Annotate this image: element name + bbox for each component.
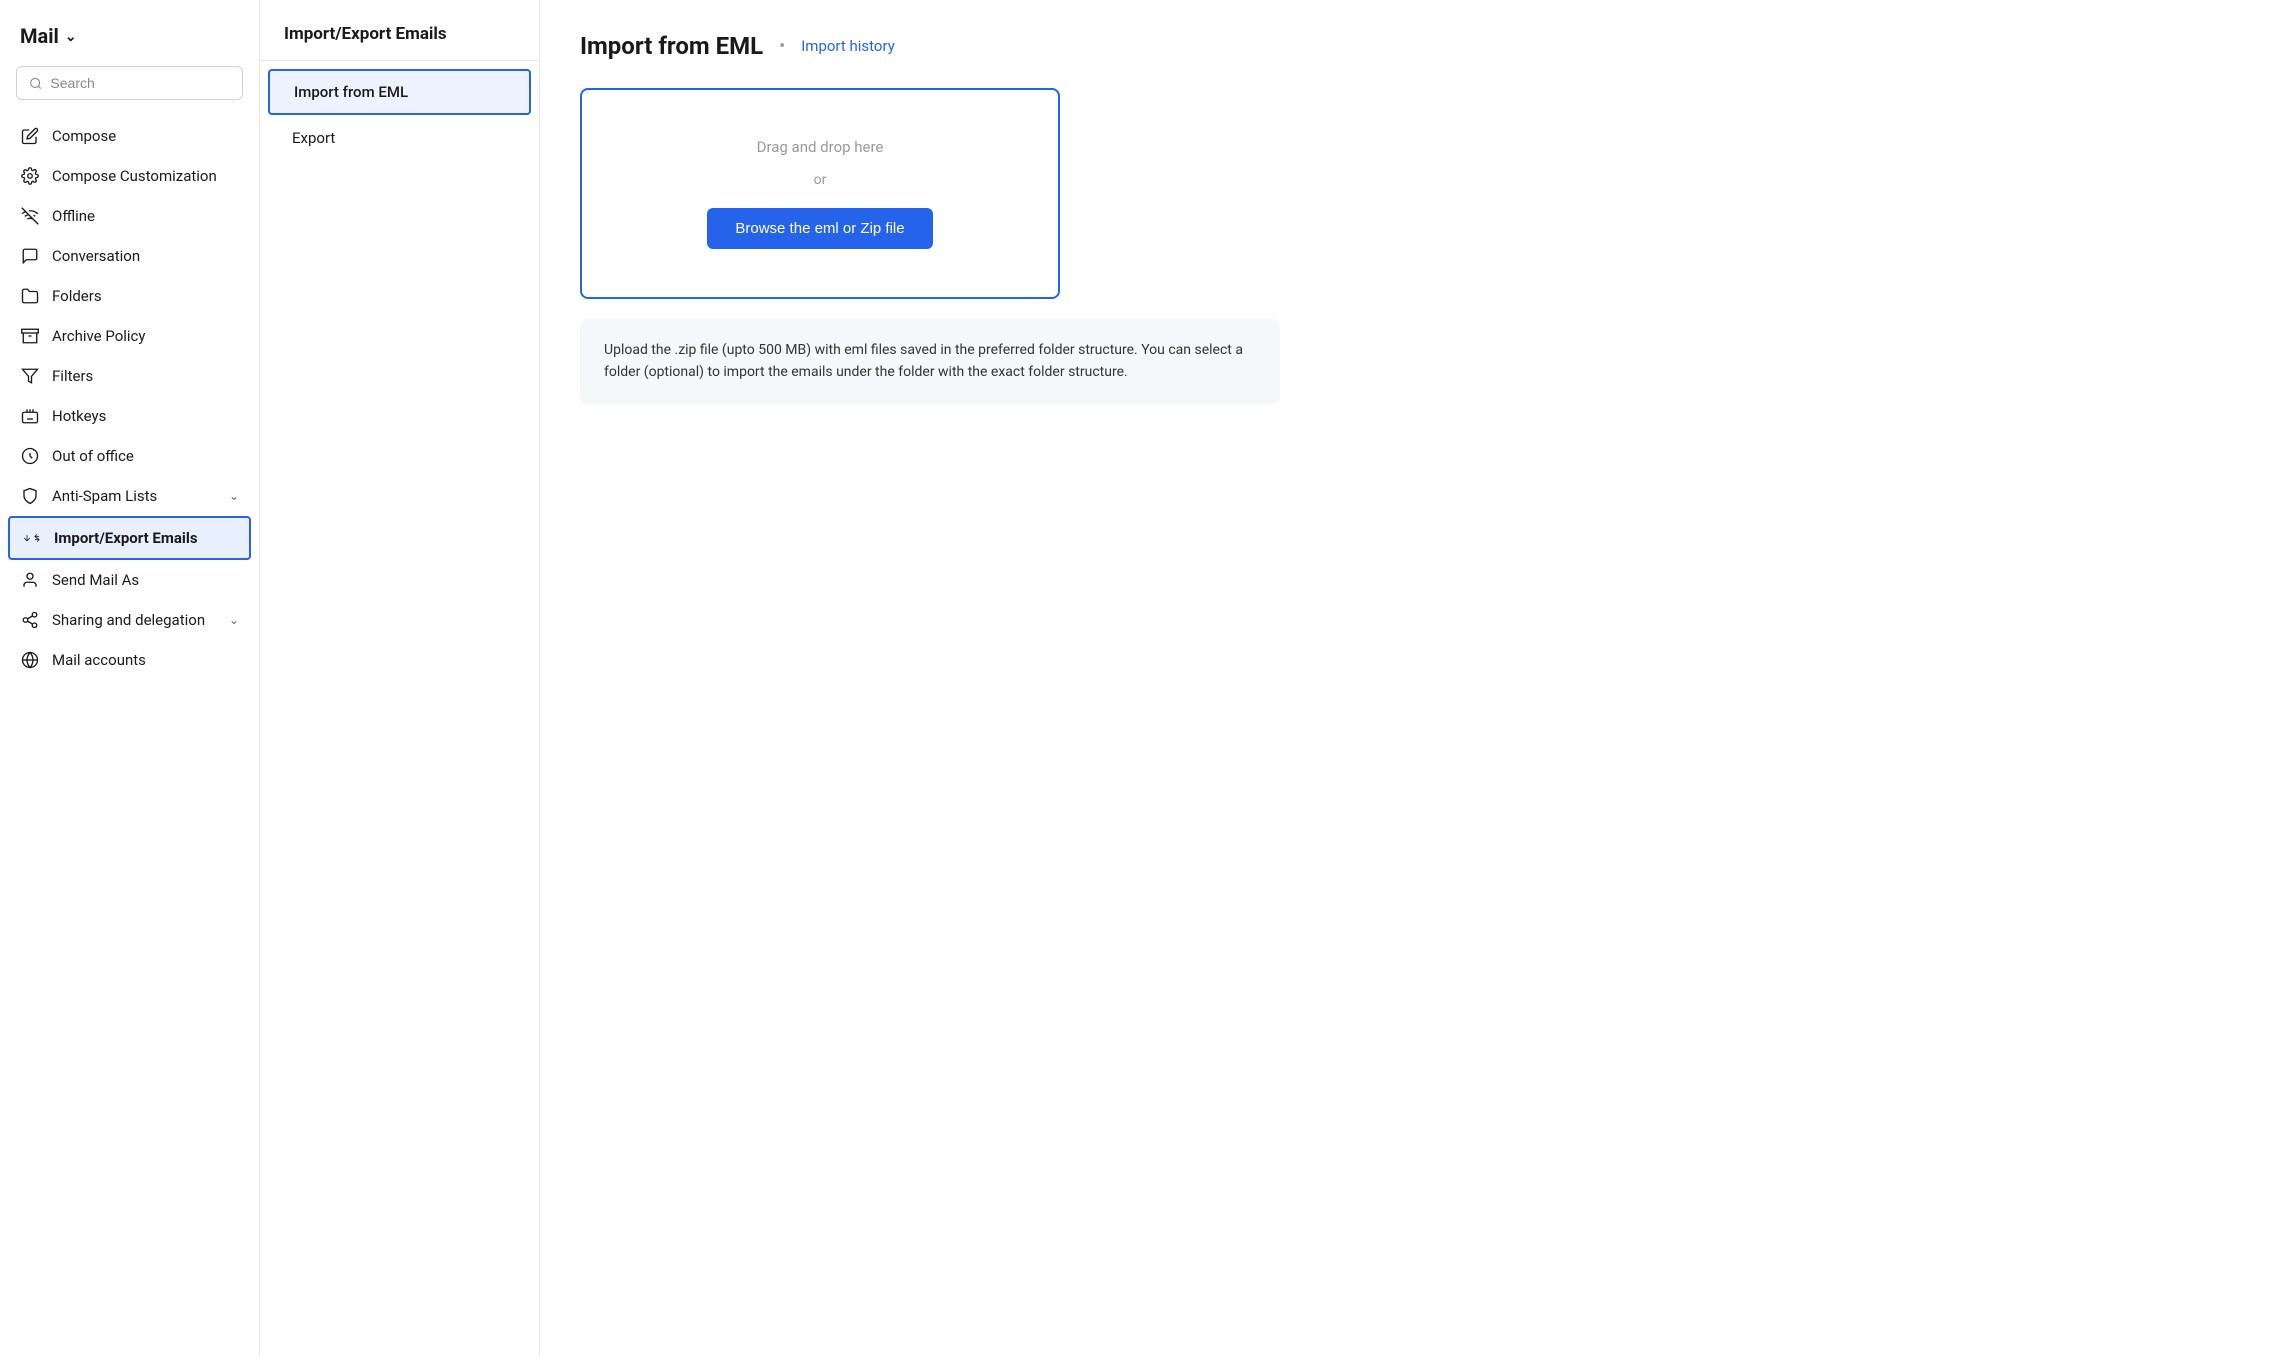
middle-panel: Import/Export Emails Import from EML Exp…: [260, 0, 540, 1356]
app-title[interactable]: Mail ⌄: [0, 20, 259, 66]
sidebar-label-filters: Filters: [52, 367, 93, 385]
sidebar-item-archive-policy[interactable]: Archive Policy: [0, 316, 259, 356]
sidebar-item-out-of-office[interactable]: Out of office: [0, 436, 259, 476]
mail-accounts-icon: [20, 650, 40, 670]
sidebar-item-offline[interactable]: Offline: [0, 196, 259, 236]
sidebar-label-out-of-office: Out of office: [52, 447, 134, 465]
filters-icon: [20, 366, 40, 386]
sidebar-label-folders: Folders: [52, 287, 102, 305]
offline-icon: [20, 206, 40, 226]
or-text: or: [622, 172, 1018, 188]
middle-item-label-export: Export: [292, 129, 335, 147]
sidebar-label-conversation: Conversation: [52, 247, 140, 265]
sidebar-item-conversation[interactable]: Conversation: [0, 236, 259, 276]
middle-item-label-import-eml: Import from EML: [294, 83, 408, 101]
compose-icon: [20, 126, 40, 146]
conversation-icon: [20, 246, 40, 266]
dot-separator: •: [779, 36, 785, 57]
anti-spam-icon: [20, 486, 40, 506]
compose-custom-icon: [20, 166, 40, 186]
sharing-chevron-icon: ⌄: [229, 613, 239, 627]
drop-zone[interactable]: Drag and drop here or Browse the eml or …: [580, 88, 1060, 299]
sidebar-item-compose-customization[interactable]: Compose Customization: [0, 156, 259, 196]
sidebar-item-sharing[interactable]: Sharing and delegation ⌄: [0, 600, 259, 640]
sidebar-label-sharing: Sharing and delegation: [52, 611, 205, 629]
sidebar-item-filters[interactable]: Filters: [0, 356, 259, 396]
sidebar: Mail ⌄ Compose Compose Customization Off…: [0, 0, 260, 1356]
middle-panel-title: Import/Export Emails: [260, 24, 539, 61]
import-export-icon: [22, 528, 42, 548]
sidebar-item-anti-spam[interactable]: Anti-Spam Lists ⌄: [0, 476, 259, 516]
sidebar-label-import-export: Import/Export Emails: [54, 529, 198, 547]
sidebar-label-offline: Offline: [52, 207, 95, 225]
archive-icon: [20, 326, 40, 346]
title-chevron-icon: ⌄: [65, 29, 77, 45]
middle-item-export[interactable]: Export: [268, 117, 531, 159]
browse-button[interactable]: Browse the eml or Zip file: [707, 208, 932, 249]
middle-item-import-eml[interactable]: Import from EML: [268, 69, 531, 115]
search-input[interactable]: [50, 75, 230, 91]
main-header: Import from EML • Import history: [580, 32, 2252, 60]
send-mail-as-icon: [20, 570, 40, 590]
drag-drop-text: Drag and drop here: [622, 138, 1018, 156]
info-box: Upload the .zip file (upto 500 MB) with …: [580, 319, 1280, 404]
sharing-icon: [20, 610, 40, 630]
search-icon: [29, 76, 42, 91]
sidebar-label-hotkeys: Hotkeys: [52, 407, 106, 425]
folders-icon: [20, 286, 40, 306]
import-history-link[interactable]: Import history: [801, 37, 895, 55]
sidebar-item-hotkeys[interactable]: Hotkeys: [0, 396, 259, 436]
sidebar-item-compose[interactable]: Compose: [0, 116, 259, 156]
sidebar-item-mail-accounts[interactable]: Mail accounts: [0, 640, 259, 680]
info-text: Upload the .zip file (upto 500 MB) with …: [604, 339, 1256, 384]
anti-spam-chevron-icon: ⌄: [229, 489, 239, 503]
main-content: Import from EML • Import history Drag an…: [540, 0, 2292, 1356]
sidebar-label-anti-spam: Anti-Spam Lists: [52, 487, 157, 505]
sidebar-item-folders[interactable]: Folders: [0, 276, 259, 316]
app-title-text: Mail: [20, 24, 59, 48]
sidebar-label-compose: Compose: [52, 127, 116, 145]
hotkeys-icon: [20, 406, 40, 426]
main-title: Import from EML: [580, 32, 763, 60]
search-box[interactable]: [16, 66, 243, 100]
sidebar-label-archive-policy: Archive Policy: [52, 327, 146, 345]
sidebar-item-send-mail-as[interactable]: Send Mail As: [0, 560, 259, 600]
out-of-office-icon: [20, 446, 40, 466]
sidebar-label-mail-accounts: Mail accounts: [52, 651, 146, 669]
sidebar-item-import-export[interactable]: Import/Export Emails: [8, 516, 251, 560]
sidebar-label-send-mail-as: Send Mail As: [52, 571, 139, 589]
sidebar-label-compose-customization: Compose Customization: [52, 167, 217, 185]
